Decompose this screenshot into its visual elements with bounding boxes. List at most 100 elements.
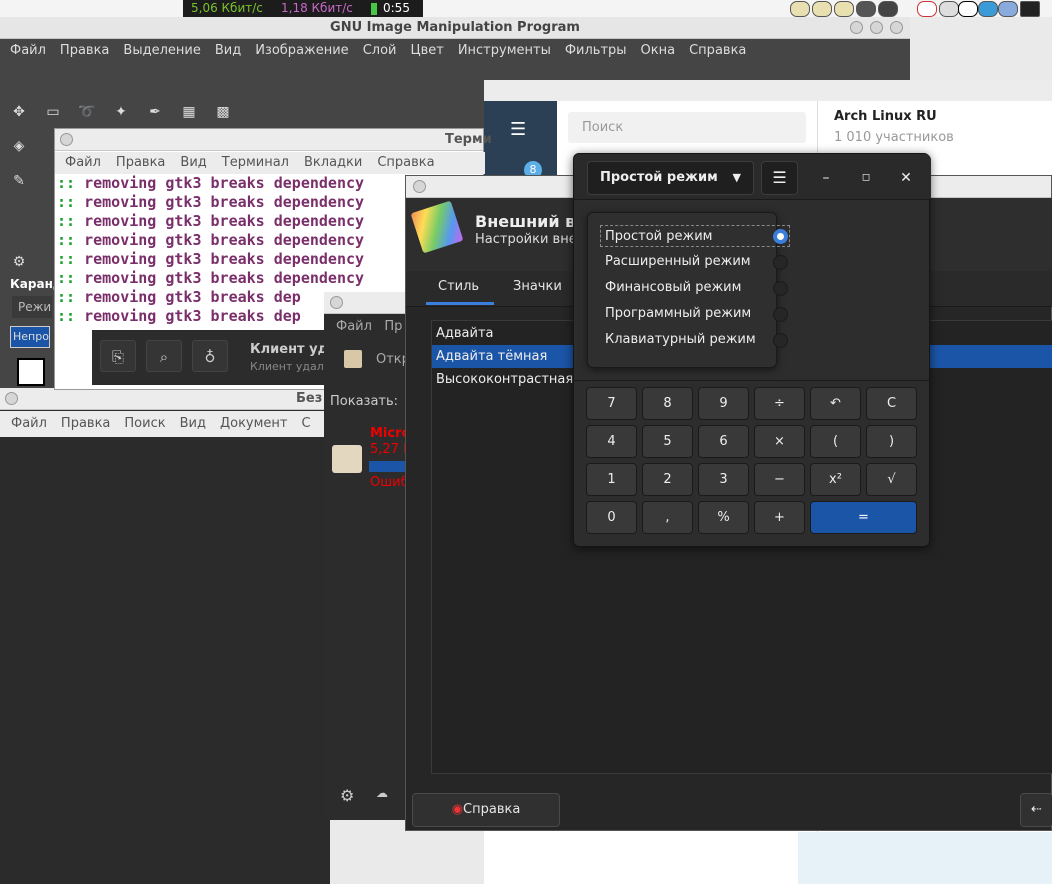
minimize-icon[interactable] (850, 21, 863, 34)
tab-icons[interactable]: Значки (513, 279, 562, 294)
cloud-icon[interactable]: ☁ (376, 786, 388, 800)
editor-menu-view[interactable]: Вид (180, 416, 206, 431)
terminal-menubar: Файл Правка Вид Терминал Вкладки Справка (55, 152, 485, 174)
window-menu-icon[interactable] (413, 180, 426, 193)
gimp-menu-filters[interactable]: Фильтры (565, 43, 627, 58)
editor-menu-edit[interactable]: Правка (61, 416, 110, 431)
tray-app-icon[interactable] (998, 1, 1018, 17)
lasso-icon[interactable]: ➰ (78, 103, 96, 121)
telegram-search-input[interactable]: Поиск (568, 112, 806, 143)
brush-preview[interactable] (17, 358, 45, 386)
calc-key[interactable]: 5 (642, 425, 693, 458)
gimp-menu-view[interactable]: Вид (215, 43, 241, 58)
files-menu-file[interactable]: Файл (336, 319, 372, 334)
mode-dropdown[interactable]: Режи (12, 296, 52, 318)
gimp-menu-file[interactable]: Файл (10, 43, 46, 58)
editor-menu-file[interactable]: Файл (11, 416, 47, 431)
calc-key[interactable]: ( (810, 425, 861, 458)
gimp-menu-help[interactable]: Справка (689, 43, 746, 58)
window-menu-icon[interactable] (5, 392, 18, 405)
fuzzy-select-icon[interactable]: ✦ (112, 103, 130, 121)
calc-key[interactable]: ) (866, 425, 917, 458)
calc-key[interactable]: 8 (642, 387, 693, 420)
term-menu-file[interactable]: Файл (65, 155, 101, 170)
gimp-menu-image[interactable]: Изображение (255, 43, 348, 58)
opacity-slider[interactable]: Непроз (10, 326, 50, 348)
calc-key[interactable]: × (754, 425, 805, 458)
maximize-icon[interactable] (870, 21, 883, 34)
gimp-menu-edit[interactable]: Правка (60, 43, 109, 58)
gimp-menu-color[interactable]: Цвет (410, 43, 443, 58)
terminal-line: :: removing gtk3 breaks dependency (57, 193, 365, 211)
terminal-line: :: removing gtk3 breaks dependency (57, 231, 365, 249)
settings-gear-icon[interactable]: ⚙ (340, 786, 354, 805)
editor-menu-search[interactable]: Поиск (124, 416, 165, 431)
gimp-menu-layer[interactable]: Слой (363, 43, 397, 58)
hamburger-menu-icon[interactable]: ☰ (510, 119, 526, 140)
calc-key[interactable]: 3 (698, 463, 749, 496)
rect-select-icon[interactable]: ▭ (44, 103, 62, 121)
paths-icon[interactable]: ✒ (146, 103, 164, 121)
scissors-icon[interactable]: ▩ (214, 103, 232, 121)
tab-style[interactable]: Стиль (438, 279, 479, 294)
tray-app-icon[interactable] (834, 1, 854, 17)
prompt-marker: :: (57, 212, 76, 230)
new-connection-icon[interactable]: ⎘ (100, 340, 136, 372)
tray-close-icon[interactable] (958, 1, 978, 17)
editor-menu-more[interactable]: С (302, 416, 311, 431)
gimp-menu-windows[interactable]: Окна (641, 43, 676, 58)
term-menu-view[interactable]: Вид (180, 155, 206, 170)
calc-key[interactable]: = (810, 501, 917, 534)
calc-key[interactable]: , (642, 501, 693, 534)
gimp-menu-select[interactable]: Выделение (123, 43, 200, 58)
calc-key[interactable]: 0 (586, 501, 637, 534)
calc-key[interactable]: 7 (586, 387, 637, 420)
calc-key[interactable]: C (866, 387, 917, 420)
calc-key[interactable]: 1 (586, 463, 637, 496)
gimp-titlebar: GNU Image Manipulation Program (0, 17, 910, 39)
tray-app-icon[interactable] (878, 1, 898, 17)
calc-key[interactable]: + (754, 501, 805, 534)
move-tool-icon[interactable]: ✥ (10, 103, 28, 121)
color-select-icon[interactable]: ▦ (180, 103, 198, 121)
prompt-marker: :: (57, 269, 76, 287)
term-menu-terminal[interactable]: Терминал (222, 155, 289, 170)
term-menu-help[interactable]: Справка (377, 155, 434, 170)
pencil-tool-icon[interactable]: ✎ (10, 172, 28, 190)
calc-key[interactable]: ↶ (810, 387, 861, 420)
tray-ide-icon[interactable] (1020, 1, 1040, 17)
tray-app-icon[interactable] (812, 1, 832, 17)
chat-title[interactable]: Arch Linux RU (834, 109, 937, 124)
tray-camera-icon[interactable] (939, 1, 959, 17)
tray-network-icon[interactable] (917, 1, 937, 17)
window-menu-icon[interactable] (60, 133, 73, 146)
calc-key[interactable]: √ (866, 463, 917, 496)
files-menu-edit[interactable]: Пр (384, 319, 402, 334)
tray-app-icon[interactable] (856, 1, 876, 17)
terminal-line: :: removing gtk3 breaks dependency (57, 269, 365, 287)
close-icon[interactable] (890, 21, 903, 34)
gimp-menu-tools[interactable]: Инструменты (458, 43, 551, 58)
calc-key[interactable]: x² (810, 463, 861, 496)
calc-key[interactable]: % (698, 501, 749, 534)
transform-icon[interactable]: ◈ (10, 137, 28, 155)
tray-app-icon[interactable] (790, 1, 810, 17)
file-size: 5,27 I (370, 442, 407, 457)
term-menu-edit[interactable]: Правка (116, 155, 165, 170)
calc-key[interactable]: 4 (586, 425, 637, 458)
window-menu-icon[interactable] (330, 296, 343, 309)
open-folder-icon[interactable] (344, 350, 362, 368)
help-button[interactable]: ◉Справка (412, 793, 560, 827)
tool-options-icon[interactable]: ⚙ (10, 253, 28, 271)
back-arrow-button[interactable]: ⇠ (1020, 793, 1052, 827)
calc-key[interactable]: 9 (698, 387, 749, 420)
editor-menu-document[interactable]: Документ (220, 416, 288, 431)
calc-key[interactable]: 2 (642, 463, 693, 496)
calc-key[interactable]: − (754, 463, 805, 496)
calc-key[interactable]: 6 (698, 425, 749, 458)
calc-key[interactable]: ÷ (754, 387, 805, 420)
lightbulb-icon[interactable]: ♁ (192, 340, 228, 372)
search-icon[interactable]: ⌕ (146, 340, 182, 372)
tray-telegram-icon[interactable] (978, 1, 998, 17)
term-menu-tabs[interactable]: Вкладки (304, 155, 362, 170)
